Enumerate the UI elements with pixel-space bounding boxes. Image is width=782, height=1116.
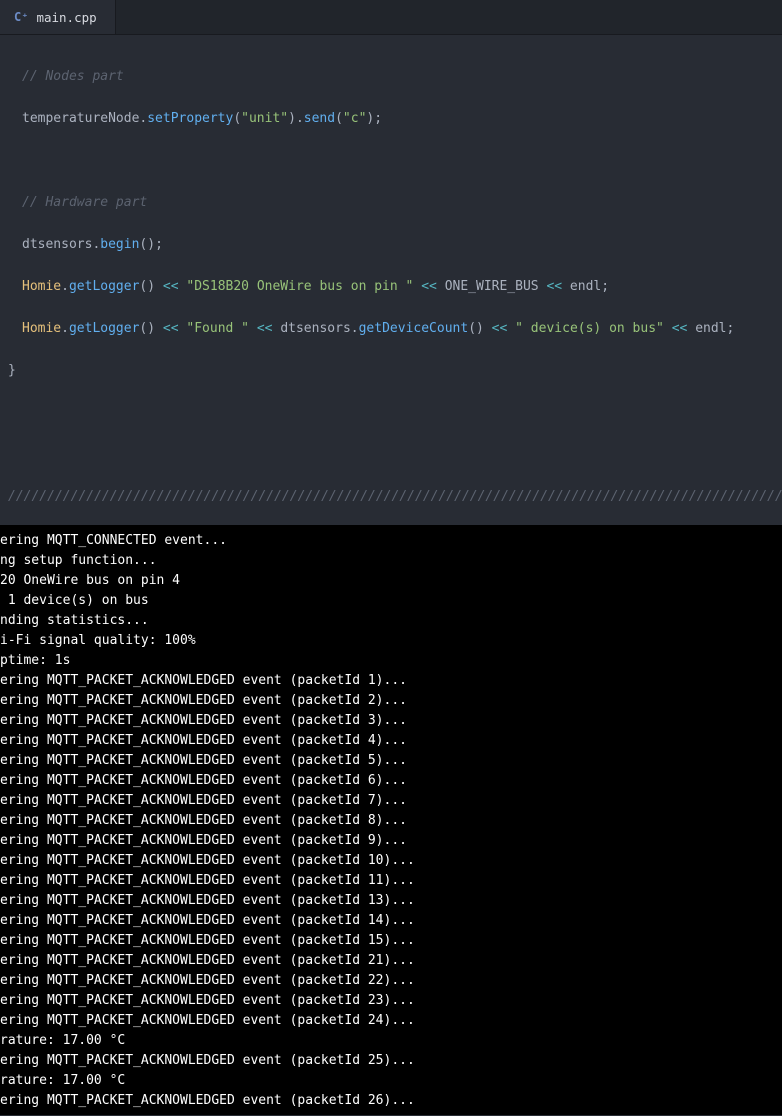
terminal-line: ng setup function...: [0, 551, 782, 571]
code-comment: ////////////////////////////////////////…: [8, 489, 782, 504]
terminal-line: ering MQTT_PACKET_ACKNOWLEDGED event (pa…: [0, 1091, 782, 1111]
code-token: getDeviceCount: [359, 321, 469, 336]
terminal-line: ering MQTT_PACKET_ACKNOWLEDGED event (pa…: [0, 931, 782, 951]
code-token: " device(s) on bus": [515, 321, 664, 336]
terminal-line: nding statistics...: [0, 611, 782, 631]
terminal-line: ering MQTT_PACKET_ACKNOWLEDGED event (pa…: [0, 891, 782, 911]
cpp-file-icon: C⁺: [14, 10, 28, 24]
terminal-line: ering MQTT_PACKET_ACKNOWLEDGED event (pa…: [0, 691, 782, 711]
code-token: <<: [492, 321, 508, 336]
terminal-line: ering MQTT_PACKET_ACKNOWLEDGED event (pa…: [0, 791, 782, 811]
code-token: endl: [695, 321, 726, 336]
code-token: setProperty: [147, 111, 233, 126]
terminal-line: ering MQTT_PACKET_ACKNOWLEDGED event (pa…: [0, 871, 782, 891]
terminal-line: ering MQTT_PACKET_ACKNOWLEDGED event (pa…: [0, 671, 782, 691]
terminal-line: ptime: 1s: [0, 651, 782, 671]
code-token: temperatureNode: [22, 111, 139, 126]
code-token: "c": [343, 111, 366, 126]
code-editor[interactable]: // Nodes part temperatureNode.setPropert…: [0, 35, 782, 525]
code-token: <<: [257, 321, 273, 336]
code-token: <<: [163, 279, 179, 294]
code-comment: // Nodes part: [22, 69, 124, 84]
code-token: ONE_WIRE_BUS: [445, 279, 539, 294]
terminal-line: ering MQTT_PACKET_ACKNOWLEDGED event (pa…: [0, 1011, 782, 1031]
terminal-panel[interactable]: ering MQTT_CONNECTED event...ng setup fu…: [0, 525, 782, 1115]
tab-bar: C⁺ main.cpp: [0, 0, 782, 35]
code-token: <<: [546, 279, 562, 294]
tab-label: main.cpp: [36, 10, 96, 25]
code-token: dtsensors: [280, 321, 350, 336]
code-token: endl: [570, 279, 601, 294]
code-token: <<: [672, 321, 688, 336]
terminal-line: 20 OneWire bus on pin 4: [0, 571, 782, 591]
terminal-line: ering MQTT_PACKET_ACKNOWLEDGED event (pa…: [0, 811, 782, 831]
code-token: dtsensors: [22, 237, 92, 252]
code-token: <<: [421, 279, 437, 294]
terminal-line: ering MQTT_PACKET_ACKNOWLEDGED event (pa…: [0, 731, 782, 751]
code-comment: // Hardware part: [22, 195, 147, 210]
terminal-line: ering MQTT_PACKET_ACKNOWLEDGED event (pa…: [0, 951, 782, 971]
code-token: begin: [100, 237, 139, 252]
terminal-line: ering MQTT_PACKET_ACKNOWLEDGED event (pa…: [0, 911, 782, 931]
terminal-line: i-Fi signal quality: 100%: [0, 631, 782, 651]
terminal-line: ering MQTT_PACKET_ACKNOWLEDGED event (pa…: [0, 771, 782, 791]
terminal-line: ering MQTT_PACKET_ACKNOWLEDGED event (pa…: [0, 751, 782, 771]
terminal-line: ering MQTT_PACKET_ACKNOWLEDGED event (pa…: [0, 711, 782, 731]
terminal-line: ering MQTT_CONNECTED event...: [0, 531, 782, 551]
terminal-line: ering MQTT_PACKET_ACKNOWLEDGED event (pa…: [0, 971, 782, 991]
terminal-line: ering MQTT_PACKET_ACKNOWLEDGED event (pa…: [0, 1051, 782, 1071]
code-token: send: [304, 111, 335, 126]
terminal-line: ering MQTT_PACKET_ACKNOWLEDGED event (pa…: [0, 851, 782, 871]
code-token: "unit": [241, 111, 288, 126]
tab-main-cpp[interactable]: C⁺ main.cpp: [0, 0, 116, 34]
code-token: Homie: [22, 279, 61, 294]
code-token: "Found ": [186, 321, 249, 336]
terminal-line: rature: 17.00 °C: [0, 1071, 782, 1091]
code-token: getLogger: [69, 321, 139, 336]
terminal-line: ering MQTT_PACKET_ACKNOWLEDGED event (pa…: [0, 991, 782, 1011]
terminal-line: 1 device(s) on bus: [0, 591, 782, 611]
code-token: getLogger: [69, 279, 139, 294]
code-token: "DS18B20 OneWire bus on pin ": [186, 279, 413, 294]
code-token: <<: [163, 321, 179, 336]
terminal-line: rature: 17.00 °C: [0, 1031, 782, 1051]
code-token: Homie: [22, 321, 61, 336]
terminal-line: ering MQTT_PACKET_ACKNOWLEDGED event (pa…: [0, 831, 782, 851]
